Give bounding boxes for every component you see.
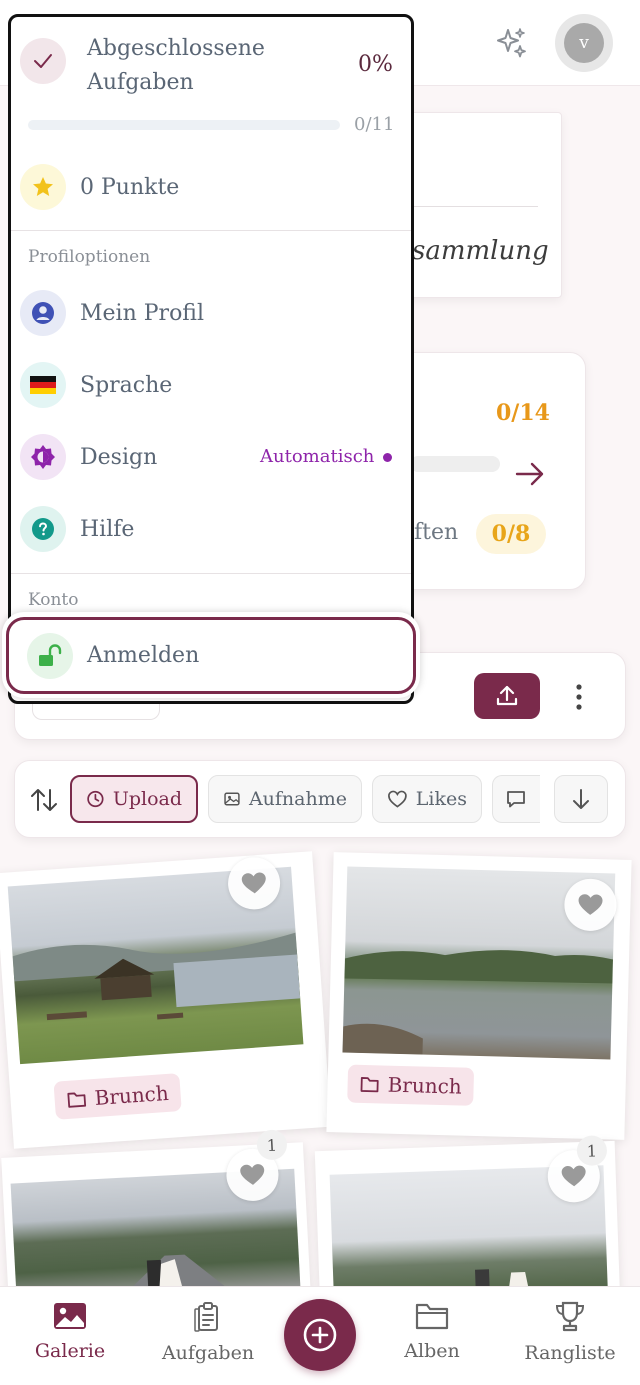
clock-icon	[87, 790, 104, 808]
collection-title: sammlung	[412, 236, 549, 266]
unlock-icon	[27, 632, 73, 679]
points-row: 0 Punkte	[20, 164, 179, 210]
album-tag[interactable]: Brunch	[53, 1073, 182, 1120]
completed-tasks-progress	[28, 120, 340, 130]
nav-label: Rangliste	[524, 1342, 616, 1364]
menu-item-help[interactable]: Hilfe	[20, 506, 134, 552]
theme-icon	[20, 434, 66, 480]
sparkles-icon[interactable]	[494, 26, 528, 60]
like-count-badge: 1	[256, 1129, 288, 1161]
nav-item-galerie[interactable]: Galerie	[10, 1300, 130, 1362]
nav-item-rangliste[interactable]: Rangliste	[510, 1300, 630, 1364]
folder-icon	[415, 1303, 449, 1330]
upload-icon	[496, 685, 518, 706]
tasks-label: ften	[414, 520, 459, 545]
menu-item-label: Mein Profil	[80, 300, 205, 326]
menu-item-label: Hilfe	[80, 516, 135, 542]
menu-divider	[11, 230, 411, 231]
filter-chip-upload[interactable]: Upload	[70, 775, 198, 823]
heart-icon	[561, 1165, 586, 1187]
chip-label: Upload	[112, 788, 182, 810]
menu-divider	[11, 573, 411, 574]
album-tag[interactable]: Brunch	[347, 1064, 475, 1106]
sort-icon[interactable]	[28, 784, 60, 816]
arrow-down-icon	[573, 789, 589, 809]
avatar[interactable]: v	[564, 23, 604, 63]
nav-item-alben[interactable]: Alben	[372, 1300, 492, 1362]
gallery-icon	[54, 1303, 86, 1329]
chip-label: Likes	[415, 788, 467, 810]
menu-item-language[interactable]: Sprache	[20, 362, 172, 408]
filter-chip-comments[interactable]	[492, 775, 540, 823]
heart-icon	[578, 894, 603, 915]
star-icon	[20, 164, 66, 210]
menu-item-label: Sprache	[80, 372, 173, 398]
login-label: Anmelden	[87, 643, 200, 668]
arrow-right-icon[interactable]	[514, 460, 546, 488]
heart-icon	[241, 872, 266, 894]
design-value: Automatisch	[260, 446, 375, 467]
photo-card[interactable]: Brunch	[326, 852, 632, 1140]
image-icon	[224, 792, 240, 806]
chip-label: Aufnahme	[248, 788, 347, 810]
help-icon	[20, 506, 66, 552]
album-name: Brunch	[93, 1080, 170, 1110]
heart-icon	[240, 1164, 265, 1185]
tasks-progress-bar	[410, 456, 500, 472]
menu-item-my-profile[interactable]: Mein Profil	[20, 290, 204, 336]
clipboard-icon	[194, 1302, 218, 1332]
tasks-count: 0/14	[496, 400, 550, 426]
sort-direction-button[interactable]	[554, 775, 608, 823]
comment-icon	[507, 791, 525, 808]
filter-chip-aufnahme[interactable]: Aufnahme	[208, 775, 362, 823]
account-section-label: Konto	[28, 590, 79, 610]
more-options-icon[interactable]	[566, 680, 592, 714]
collection-divider	[410, 206, 538, 207]
completed-tasks-line2: Aufgaben	[87, 70, 194, 95]
filter-chip-likes[interactable]: Likes	[372, 775, 482, 823]
completed-tasks-title: Abgeschlossene Aufgaben	[87, 32, 265, 100]
trophy-icon	[555, 1301, 585, 1332]
add-button[interactable]	[284, 1299, 356, 1371]
design-indicator-dot	[383, 453, 392, 462]
nav-item-aufgaben[interactable]: Aufgaben	[148, 1300, 268, 1364]
nav-label: Galerie	[34, 1340, 106, 1362]
completed-tasks-row	[20, 38, 66, 84]
german-flag-icon	[20, 362, 66, 408]
album-name: Brunch	[387, 1072, 463, 1099]
completed-tasks-percent: 0%	[358, 52, 393, 77]
heart-outline-icon	[388, 790, 407, 808]
photo-card[interactable]: Brunch	[0, 851, 332, 1149]
upload-button[interactable]	[474, 673, 540, 719]
completed-tasks-fraction: 0/11	[354, 114, 395, 135]
login-button[interactable]: Anmelden	[6, 617, 416, 694]
plus-circle-icon	[303, 1318, 337, 1352]
like-count-badge: 1	[576, 1135, 608, 1167]
nav-label: Alben	[404, 1340, 460, 1362]
user-icon	[20, 290, 66, 336]
tasks-pill: 0/8	[476, 514, 546, 554]
menu-item-label: Design	[80, 444, 158, 470]
profile-section-label: Profiloptionen	[28, 247, 151, 267]
folder-icon	[360, 1077, 379, 1093]
check-icon	[20, 38, 66, 84]
folder-icon	[67, 1092, 87, 1108]
completed-tasks-line1: Abgeschlossene	[87, 36, 265, 61]
menu-item-design[interactable]: Design	[20, 434, 157, 480]
points-label: 0 Punkte	[80, 174, 180, 200]
nav-label: Aufgaben	[161, 1342, 255, 1364]
